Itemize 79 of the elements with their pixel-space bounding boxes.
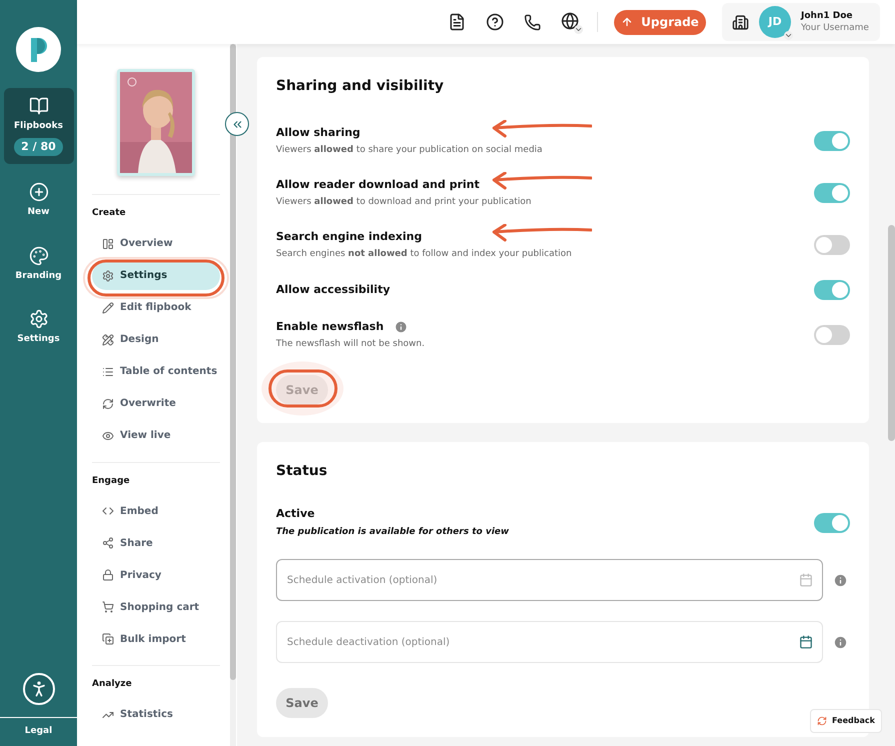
globe-icon[interactable] [561, 12, 581, 32]
toggle-switch[interactable] [814, 131, 850, 151]
palette-icon [28, 246, 48, 266]
toggle-switch[interactable] [814, 512, 850, 532]
sidebar-item[interactable]: Overview [92, 230, 220, 258]
copy-plus-icon [102, 633, 114, 645]
card-title: Sharing and visibility [276, 77, 445, 96]
rail-item[interactable]: Flipbooks 2 / 80 [4, 88, 74, 164]
sidebar-item[interactable]: View live [92, 422, 220, 450]
sidebar-item[interactable]: Statistics [92, 700, 220, 728]
date-field[interactable]: Schedule activation (optional) [276, 559, 823, 601]
calendar-icon[interactable] [799, 635, 813, 649]
setting-label: Search engine indexing [276, 228, 422, 244]
scrollbar[interactable] [230, 44, 236, 746]
setting-label: Allow accessibility [276, 282, 390, 298]
sidebar-item[interactable]: Design [92, 326, 220, 354]
settings-icon [28, 309, 48, 329]
sidebar-item[interactable]: Table of contents [92, 358, 220, 386]
upgrade-button[interactable]: Upgrade [614, 10, 706, 34]
feedback-icon [817, 716, 827, 726]
code-icon [102, 505, 114, 517]
info-icon[interactable] [833, 572, 848, 588]
chevron-down-icon [574, 25, 583, 34]
cart-icon [102, 601, 114, 613]
setting-label: Allow sharing [276, 124, 360, 140]
pencil-ruler-icon [102, 334, 114, 346]
refresh-icon [102, 398, 114, 410]
setting-label: Allow reader download and print [276, 176, 480, 192]
logo-icon[interactable] [16, 27, 61, 72]
info-icon[interactable] [394, 320, 408, 334]
sidebar-item[interactable]: Edit flipbook [92, 294, 220, 322]
sidebar-item[interactable]: Privacy [92, 561, 220, 589]
building-icon [732, 14, 749, 30]
sidebar-item[interactable]: Shopping cart [92, 593, 220, 621]
settings-icon [102, 270, 114, 282]
section-heading: Create [92, 207, 127, 220]
section-heading: Engage [92, 474, 131, 488]
user-name: John1 Doe [801, 10, 854, 22]
count-badge: 2 / 80 [14, 138, 63, 156]
collapse-button[interactable] [225, 112, 249, 136]
toggle-switch[interactable] [814, 280, 850, 300]
pencil-icon [102, 302, 114, 314]
accessibility-button[interactable] [22, 673, 54, 705]
legal-link[interactable]: Legal [24, 725, 52, 739]
sidebar-item[interactable]: Embed [92, 497, 220, 525]
document-icon[interactable] [448, 13, 466, 31]
feedback-button[interactable]: Feedback [810, 709, 882, 733]
layout-icon [102, 238, 114, 250]
plus-circle-icon [28, 182, 48, 202]
rail-item[interactable]: Branding [4, 238, 74, 291]
phone-icon[interactable] [524, 14, 541, 30]
setting-description: Search engines not allowed to follow and index your publication [276, 248, 572, 261]
rail-item[interactable]: Settings [4, 301, 74, 354]
open-book-icon [28, 96, 48, 116]
toggle-switch[interactable] [814, 235, 850, 255]
toggle-switch[interactable] [814, 183, 850, 203]
sidebar-item[interactable]: Bulk import [92, 625, 220, 653]
account-panel[interactable]: JD John1 Doe Your Username [722, 3, 880, 41]
help-icon[interactable] [486, 13, 504, 31]
chevron-down-icon[interactable] [784, 31, 793, 40]
share-icon [102, 537, 114, 549]
setting-label: Active [276, 506, 316, 522]
arrow-up-icon [621, 16, 634, 28]
setting-description: Viewers allowed to download and print your publication [276, 196, 532, 209]
lock-icon [102, 569, 114, 581]
setting-label: Enable newsflash [276, 318, 384, 334]
sidebar-item[interactable]: Share [92, 529, 220, 557]
toggle-switch[interactable] [814, 325, 850, 345]
setting-description: The publication is available for others to view [276, 526, 509, 538]
info-icon[interactable] [833, 634, 848, 650]
rail-item[interactable]: New [4, 174, 74, 228]
eye-icon [102, 430, 114, 442]
card-title: Status [276, 462, 328, 481]
section-heading: Analyze [92, 678, 133, 691]
setting-description: The newsflash will not be shown. [276, 338, 425, 351]
username: Your Username [801, 22, 869, 34]
sidebar-item[interactable]: Settings [92, 262, 220, 290]
setting-description: Viewers allowed to share your publication on social media [276, 144, 542, 157]
sidebar-item[interactable]: Overwrite [92, 390, 220, 418]
